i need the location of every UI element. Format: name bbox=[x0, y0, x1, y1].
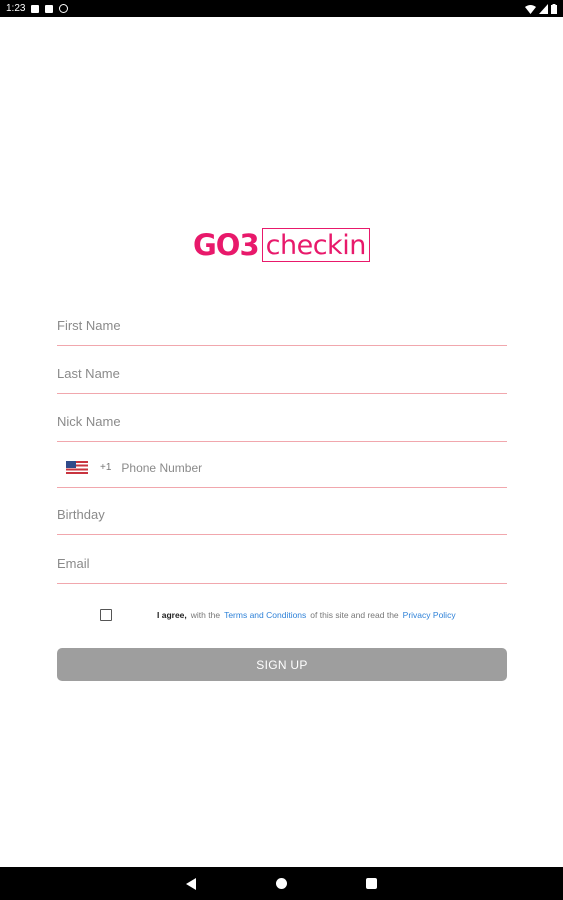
us-flag-icon[interactable] bbox=[66, 461, 88, 474]
email-placeholder: Email bbox=[57, 556, 90, 571]
status-bar: 1:23 bbox=[0, 0, 563, 17]
last-name-placeholder: Last Name bbox=[57, 366, 120, 381]
agree-text-1: with the bbox=[190, 610, 221, 620]
clock: 1:23 bbox=[6, 3, 26, 14]
privacy-link[interactable]: Privacy Policy bbox=[403, 610, 456, 620]
sync-icon bbox=[59, 4, 69, 13]
home-icon[interactable] bbox=[276, 878, 287, 889]
phone-number-field[interactable]: +1 Phone Number bbox=[57, 448, 507, 488]
nick-name-field[interactable]: Nick Name bbox=[57, 402, 507, 442]
nick-name-placeholder: Nick Name bbox=[57, 414, 121, 429]
first-name-field[interactable]: First Name bbox=[57, 306, 507, 346]
notification-icon bbox=[31, 4, 40, 13]
terms-link[interactable]: Terms and Conditions bbox=[224, 610, 306, 620]
signal-icon bbox=[539, 3, 548, 14]
logo-go3-text: GO3 bbox=[193, 228, 260, 262]
birthday-field[interactable]: Birthday bbox=[57, 495, 507, 535]
first-name-placeholder: First Name bbox=[57, 318, 121, 333]
recent-apps-icon[interactable] bbox=[366, 878, 377, 889]
sign-up-button[interactable]: SIGN UP bbox=[57, 648, 507, 681]
phone-number-placeholder: Phone Number bbox=[121, 460, 203, 475]
back-icon[interactable] bbox=[186, 878, 196, 890]
battery-icon bbox=[551, 3, 557, 14]
app-logo: GO3 checkin bbox=[193, 228, 370, 262]
logo-checkin-box: checkin bbox=[261, 228, 370, 262]
logo-checkin-text: checkin bbox=[265, 229, 367, 261]
agreement-row: I agree, with the Terms and Conditions o… bbox=[100, 609, 456, 621]
navigation-bar bbox=[0, 867, 563, 900]
email-field[interactable]: Email bbox=[57, 544, 507, 584]
sim-icon bbox=[45, 4, 54, 13]
agree-text-2: of this site and read the bbox=[310, 610, 399, 620]
agree-bold-text: I agree, bbox=[157, 610, 187, 620]
wifi-icon bbox=[525, 4, 536, 14]
birthday-placeholder: Birthday bbox=[57, 507, 105, 522]
last-name-field[interactable]: Last Name bbox=[57, 354, 507, 394]
agree-checkbox[interactable] bbox=[100, 609, 112, 621]
dial-code: +1 bbox=[100, 462, 112, 473]
